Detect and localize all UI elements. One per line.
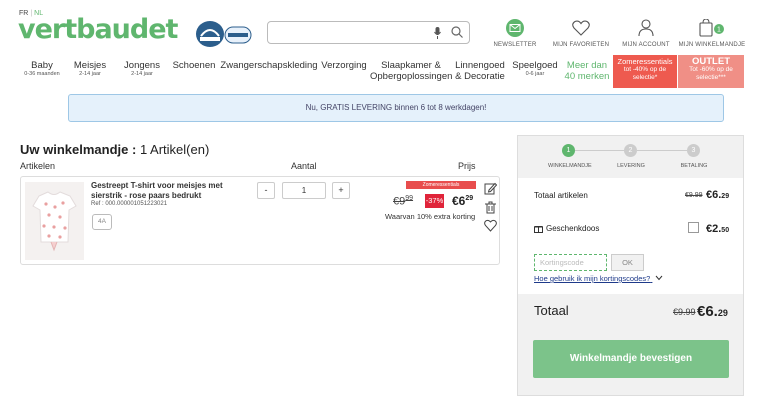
- total-items-old-price: €9.99: [685, 192, 703, 199]
- step-1-label: WINKELMANDJE: [548, 163, 592, 169]
- total-items-price: €6.29: [706, 189, 730, 201]
- confirm-cart-button[interactable]: Winkelmandje bevestigen: [533, 340, 729, 378]
- total-old-price: €9.99: [673, 307, 696, 317]
- nav-linnengoed[interactable]: Linnengoed & Decoratie: [454, 60, 506, 82]
- promo-outlet[interactable]: OUTLET Tot -60% op de selectie***: [678, 55, 744, 88]
- step-2-label: LEVERING: [617, 163, 645, 169]
- newsletter-link[interactable]: NEWSLETTER: [480, 18, 550, 48]
- account-label: MIJN ACCOUNT: [622, 42, 670, 48]
- step-line: [575, 150, 625, 151]
- extra-discount-note: Waarvan 10% extra korting: [385, 212, 476, 221]
- coupon-help-link[interactable]: Hoe gebruik ik mijn kortingscodes?: [534, 274, 663, 283]
- discount-badge: -37%: [425, 194, 444, 208]
- sale-tag: Zomeressentials: [406, 181, 476, 189]
- nav-slaapkamer[interactable]: Slaapkamer & Opbergoplossingen: [370, 60, 452, 82]
- favorites-label: MIJN FAVORIETEN: [552, 42, 610, 48]
- gift-label: Geschenkdoos: [546, 224, 600, 233]
- nav-schoenen[interactable]: Schoenen: [171, 60, 217, 71]
- cart-link[interactable]: 1 MIJN WINKELMANDJE: [677, 18, 747, 48]
- delivery-banner: Nu, GRATIS LEVERING binnen 6 tot 8 werkd…: [68, 94, 724, 122]
- step-line: [637, 150, 687, 151]
- cart-title: Uw winkelmandje : 1 Artikel(en): [20, 142, 210, 157]
- qty-plus-button[interactable]: +: [332, 182, 350, 199]
- step-3: 3: [687, 144, 700, 157]
- search-bar[interactable]: [267, 21, 470, 44]
- nav-verzorging[interactable]: Verzorging: [320, 60, 368, 71]
- bag-icon: 1: [699, 19, 724, 37]
- heart-icon: [572, 20, 590, 36]
- product-image[interactable]: [25, 182, 84, 260]
- favorites-link[interactable]: MIJN FAVORIETEN: [546, 18, 616, 48]
- gift-icon: [534, 226, 543, 233]
- nav-baby[interactable]: Baby 0-36 maanden: [20, 60, 64, 78]
- step-2: 2: [624, 144, 637, 157]
- logo[interactable]: vertbaudet: [18, 14, 178, 45]
- coupon-input[interactable]: Kortingscode: [534, 254, 607, 271]
- quality-badge-icon: [224, 26, 252, 44]
- chevron-down-icon: [656, 275, 663, 281]
- tshirt-image: [32, 191, 77, 252]
- old-price: €999: [393, 195, 414, 208]
- newsletter-label: NEWSLETTER: [493, 42, 537, 48]
- nav-zwangerschapskleding[interactable]: Zwangerschapskleding: [219, 60, 319, 71]
- product-ref: Ref : 000.000001051223021: [91, 201, 168, 207]
- total-label: Totaal: [534, 303, 569, 318]
- gift-checkbox[interactable]: [688, 222, 699, 233]
- total-price: €6.29: [697, 303, 728, 320]
- col-items: Artikelen: [20, 161, 56, 171]
- trash-icon[interactable]: [484, 201, 497, 214]
- cart-label: MIJN WINKELMANDJE: [678, 42, 746, 48]
- step-3-label: BETALING: [680, 163, 708, 169]
- edit-icon[interactable]: [484, 182, 497, 195]
- account-link[interactable]: MIJN ACCOUNT: [611, 18, 681, 48]
- user-icon: [638, 19, 654, 37]
- newsletter-icon: [506, 19, 524, 37]
- coupon-ok-button[interactable]: OK: [611, 254, 644, 271]
- award-badge-icon: [196, 21, 224, 47]
- promo-zomeressentials[interactable]: Zomeressentials tot -40% op de selectie*: [613, 55, 677, 88]
- qty-minus-button[interactable]: -: [257, 182, 275, 199]
- col-qty: Aantal: [291, 161, 317, 171]
- nav-jongens[interactable]: Jongens 2-14 jaar: [121, 60, 163, 78]
- product-name[interactable]: Gestreept T-shirt voor meisjes met siers…: [91, 181, 251, 201]
- nav-meisjes[interactable]: Meisjes 2-14 jaar: [70, 60, 110, 78]
- cart-count: 1: [717, 27, 721, 34]
- nav-speelgoed[interactable]: Speelgoed 0-6 jaar: [511, 60, 559, 78]
- nav-merken[interactable]: Meer dan 40 merken: [563, 60, 611, 82]
- search-icon[interactable]: [451, 26, 463, 38]
- size-badge: 4A: [92, 214, 112, 230]
- gift-price: €2.50: [706, 223, 730, 235]
- quantity-input[interactable]: 1: [282, 182, 326, 199]
- item-price: €629: [452, 194, 474, 208]
- microphone-icon[interactable]: [434, 27, 441, 39]
- step-1: 1: [562, 144, 575, 157]
- favorite-heart-icon[interactable]: [484, 219, 497, 232]
- col-price: Prijs: [458, 161, 476, 171]
- total-items-label: Totaal artikelen: [534, 191, 588, 200]
